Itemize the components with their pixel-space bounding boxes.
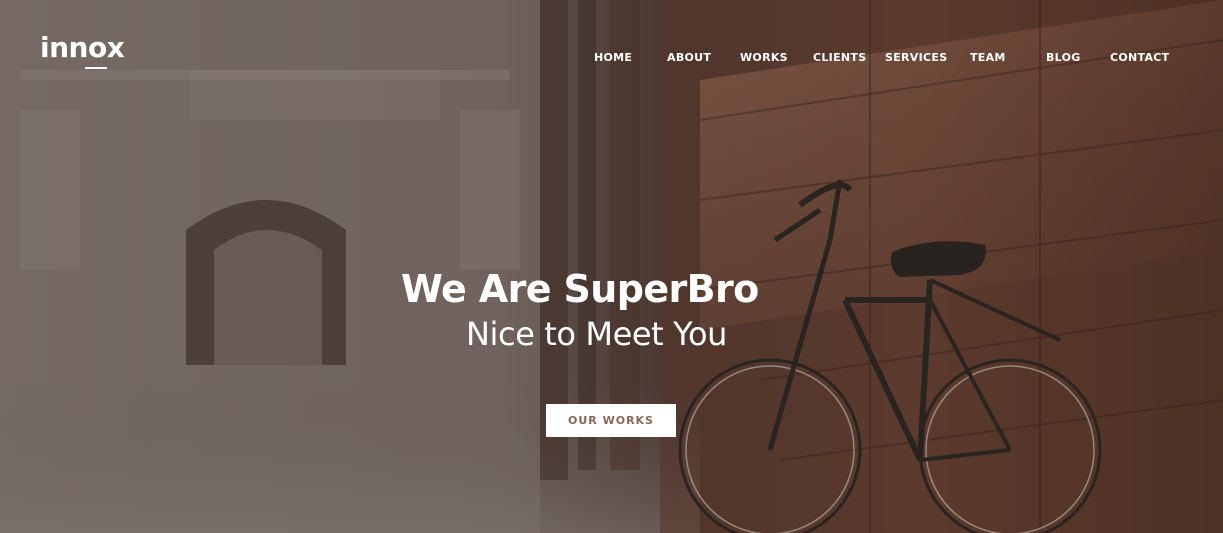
nav-item-blog[interactable]: BLOG — [1046, 51, 1081, 65]
nav-item-team[interactable]: TEAM — [970, 51, 1006, 65]
main-navigation: HOME ABOUT WORKS CLIENTS SERVICES TEAM B… — [0, 51, 1223, 67]
nav-item-clients[interactable]: CLIENTS — [813, 51, 866, 65]
our-works-button[interactable]: OUR WORKS — [546, 404, 676, 437]
nav-item-works[interactable]: WORKS — [740, 51, 788, 65]
nav-item-contact[interactable]: CONTACT — [1110, 51, 1169, 65]
nav-item-home[interactable]: HOME — [594, 51, 632, 65]
logo-underline-mark — [85, 67, 107, 69]
hero-headline: We Are SuperBro — [401, 267, 759, 311]
nav-item-services[interactable]: SERVICES — [885, 51, 947, 65]
nav-item-about[interactable]: ABOUT — [667, 51, 711, 65]
hero-section: innox HOME ABOUT WORKS CLIENTS SERVICES … — [0, 0, 1223, 533]
hero-subheadline: Nice to Meet You — [466, 315, 728, 353]
